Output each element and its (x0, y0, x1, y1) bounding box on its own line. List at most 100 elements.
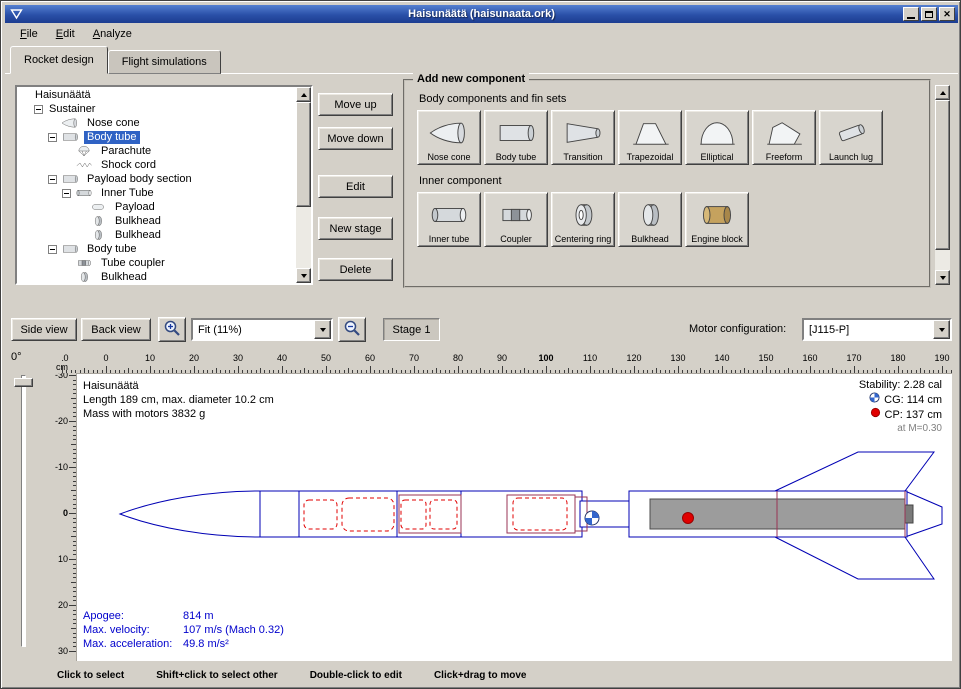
panel-scrollbar-thumb[interactable] (935, 100, 950, 250)
zoom-select[interactable]: Fit (11%) (191, 318, 333, 341)
tree-item-shock-cord[interactable]: Shock cord (17, 158, 296, 172)
tree-item-haisunäätä[interactable]: Haisunäätä (17, 88, 296, 102)
tree-scrollbar[interactable] (296, 87, 311, 283)
add-centering-ring-button[interactable]: Centering ring (551, 192, 615, 247)
ruler-label: 140 (714, 353, 729, 363)
component-button-row-0: Nose coneBody tube Transition Trapezoidal E… (417, 110, 917, 165)
flight-stat-value: 107 m/s (Mach 0.32) (183, 623, 284, 637)
stage-1-toggle[interactable]: Stage 1 (383, 318, 440, 341)
rotation-slider-handle[interactable] (14, 378, 33, 387)
tree-item-sustainer[interactable]: Sustainer (17, 102, 296, 116)
chevron-down-icon[interactable] (314, 320, 331, 339)
scroll-up-button[interactable] (296, 87, 311, 102)
mach-condition-label: at M=0.30 (859, 422, 942, 436)
transition-icon (560, 113, 606, 152)
menu-item-analyze[interactable]: Analyze (84, 25, 141, 43)
cp-marker (683, 513, 694, 524)
tree-item-nose-cone[interactable]: Nose cone (17, 116, 296, 130)
menu-item-file[interactable]: File (11, 25, 47, 43)
tree-item-label: Bulkhead (112, 215, 164, 228)
tree-item-tube-coupler[interactable]: Tube coupler (17, 256, 296, 270)
arrow-up-icon (301, 90, 307, 97)
component-button-label: Freeform (766, 152, 803, 162)
zoom-out-button[interactable] (338, 317, 366, 342)
ruler-label: 80 (453, 353, 463, 363)
component-button-label: Launch lug (829, 152, 873, 162)
chevron-down-icon[interactable] (933, 320, 950, 339)
delete-button[interactable]: Delete (318, 258, 393, 281)
tree-item-label: Shock cord (98, 159, 159, 172)
maximize-button[interactable] (921, 7, 937, 21)
edit-button[interactable]: Edit (318, 175, 393, 198)
minimize-button[interactable] (903, 7, 919, 21)
tree-item-bulkhead[interactable]: Bulkhead (17, 214, 296, 228)
add-transition-button[interactable]: Transition (551, 110, 615, 165)
rotation-slider[interactable] (21, 375, 26, 647)
tab-flight-simulations[interactable]: Flight simulations (108, 50, 221, 74)
tree-item-payload[interactable]: Payload (17, 200, 296, 214)
add-trapezoidal-button[interactable]: Trapezoidal (618, 110, 682, 165)
close-button[interactable]: ✕ (939, 7, 955, 21)
component-tree[interactable]: HaisunäätäSustainerNose coneBody tubePar… (17, 87, 296, 283)
tree-item-bulkhead[interactable]: Bulkhead (17, 270, 296, 283)
tree-scrollbar-thumb[interactable] (296, 102, 311, 207)
ruler-tick (370, 366, 371, 373)
add-coupler-button[interactable]: Coupler (484, 192, 548, 247)
rotation-angle-label: 0° (11, 351, 22, 363)
move-up-button[interactable]: Move up (318, 93, 393, 116)
move-down-button[interactable]: Move down (318, 127, 393, 150)
tree-item-body-tube[interactable]: Body tube (17, 242, 296, 256)
add-body-tube-button[interactable]: Body tube (484, 110, 548, 165)
tree-scrollbar-track[interactable] (296, 102, 311, 268)
component-tree-panel: HaisunäätäSustainerNose coneBody tubePar… (15, 85, 313, 285)
component-button-label: Transition (563, 152, 602, 162)
add-elliptical-button[interactable]: Elliptical (685, 110, 749, 165)
add-launch-lug-button[interactable]: Launch lug (819, 110, 883, 165)
zoom-in-button[interactable] (158, 317, 186, 342)
tree-collapse-icon[interactable] (62, 189, 71, 198)
new-stage-button[interactable]: New stage (318, 217, 393, 240)
tree-item-body-tube[interactable]: Body tube (17, 130, 296, 144)
tree-collapse-icon[interactable] (48, 175, 57, 184)
tree-item-bulkhead[interactable]: Bulkhead (17, 228, 296, 242)
horizontal-ruler: -100102030405060708090100110120130140150… (62, 352, 952, 373)
scroll-up-button[interactable] (935, 85, 950, 100)
add-inner-tube-button[interactable]: Inner tube (417, 192, 481, 247)
ruler-tick (69, 375, 76, 376)
motor-configuration-select[interactable]: [J115-P] (802, 318, 952, 341)
arrow-up-icon (940, 88, 946, 95)
panel-scrollbar[interactable] (935, 85, 950, 285)
rocket-canvas[interactable]: Haisunäätä Length 189 cm, max. diameter … (76, 373, 952, 661)
status-hint-1: Shift+click to select other (156, 670, 277, 681)
ruler-tick (69, 421, 76, 422)
tree-collapse-icon[interactable] (34, 105, 43, 114)
flight-stat-value: 814 m (183, 609, 284, 623)
panel-scrollbar-track[interactable] (935, 100, 950, 270)
scroll-down-button[interactable] (935, 270, 950, 285)
tree-item-inner-tube[interactable]: Inner Tube (17, 186, 296, 200)
motor-configuration-value: [J115-P] (804, 324, 933, 336)
tab-rocket-design[interactable]: Rocket design (10, 46, 108, 74)
ruler-tick (69, 513, 76, 514)
back-view-button[interactable]: Back view (81, 318, 151, 341)
tree-collapse-icon[interactable] (48, 245, 57, 254)
add-bulkhead-button[interactable]: Bulkhead (618, 192, 682, 247)
tree-collapse-icon[interactable] (48, 133, 57, 142)
tree-item-parachute[interactable]: Parachute (17, 144, 296, 158)
ruler-tick (69, 467, 76, 468)
side-view-button[interactable]: Side view (11, 318, 77, 341)
innertube-icon (426, 195, 472, 234)
tree-item-label: Parachute (98, 145, 154, 158)
ruler-label: -20 (55, 416, 68, 426)
add-freeform-button[interactable]: Freeform (752, 110, 816, 165)
add-nose-cone-button[interactable]: Nose cone (417, 110, 481, 165)
titlebar: Haisunäätä (haisunaata.ork) ✕ (5, 5, 958, 23)
menu-item-edit[interactable]: Edit (47, 25, 84, 43)
tree-item-payload-body-section[interactable]: Payload body section (17, 172, 296, 186)
cg-marker (585, 511, 599, 525)
scroll-down-button[interactable] (296, 268, 311, 283)
add-engine-block-button[interactable]: Engine block (685, 192, 749, 247)
elliptical-icon (694, 113, 740, 152)
ruler-tick (502, 366, 503, 373)
component-button-label: Elliptical (700, 152, 733, 162)
